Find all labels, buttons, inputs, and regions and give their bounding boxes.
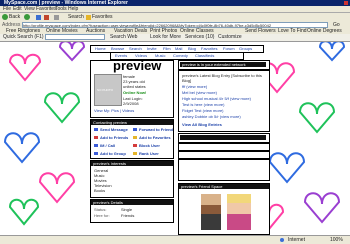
menu-edit[interactable]: Edit	[13, 6, 22, 12]
blog-entry[interactable]: Test is here (view more)	[182, 102, 224, 107]
details-box: preview's Details Status: Single Here fo…	[90, 199, 174, 223]
friend-space-header: preview's Friend Space	[179, 184, 269, 189]
menu-file[interactable]: File	[3, 6, 11, 12]
details-header: preview's Details	[91, 200, 173, 205]
nav-home[interactable]: Home	[95, 46, 106, 52]
no-photo-label: NO PHOTO	[97, 88, 113, 92]
blurb-bar-4	[178, 159, 270, 181]
web-page: Home Browse Search Invite Film Mail Blog…	[0, 42, 350, 235]
favorites-icon	[133, 136, 137, 139]
menu-tools[interactable]: Tools	[55, 6, 67, 12]
quick-search-input[interactable]	[45, 34, 105, 40]
blog-box: preview's Latest Blog Entry [Subscribe t…	[178, 70, 270, 132]
extended-network-text: preview is in your extended network	[180, 62, 266, 67]
rank-user-link[interactable]: Rank User	[139, 151, 159, 156]
navigation-toolbar: Back Search Favorites	[0, 13, 350, 22]
back-button[interactable]: Back	[9, 14, 20, 20]
blog-entry[interactable]: ashley Dobbie ob 5/r (view more)	[182, 114, 241, 119]
friend-photo[interactable]	[201, 194, 221, 230]
contact-box: Contacting preview Send Message Forward …	[90, 119, 174, 159]
send-message-link[interactable]: Send Message	[100, 127, 128, 132]
forward-icon	[133, 128, 137, 131]
friend-space-box: preview's Friend Space	[178, 183, 270, 235]
last-login-date: 2/9/2008	[123, 101, 139, 106]
nav-classifieds[interactable]: Classifieds	[195, 53, 214, 59]
interests-header: preview's Interests	[91, 161, 173, 166]
look-for-more-button[interactable]: Look for More	[150, 34, 181, 40]
view-all-blog-entries[interactable]: View All Blog Entries	[182, 122, 222, 127]
detail-status-value: Single	[121, 207, 133, 212]
hearts-background	[3, 42, 346, 231]
message-icon	[94, 128, 98, 131]
search-toolbar: Quick Search (F1) Search Web Look for Mo…	[0, 34, 350, 42]
detail-herefor-value: Friends	[121, 213, 135, 218]
interest-books: Books	[94, 188, 106, 193]
back-arrow-icon[interactable]	[2, 14, 8, 20]
add-friend-icon	[94, 136, 98, 139]
add-to-friends-link[interactable]: Add to Friends	[100, 135, 128, 140]
search-web-button[interactable]: Search Web	[110, 34, 137, 40]
group-icon	[94, 152, 98, 155]
forward-arrow-icon[interactable]	[24, 14, 30, 20]
blurb-bar-2	[178, 143, 270, 151]
add-to-favorites-link[interactable]: Add to Favorites	[139, 135, 171, 140]
friend-photo[interactable]	[227, 194, 251, 230]
block-user-link[interactable]: Block User	[139, 143, 160, 148]
star-icon[interactable]	[86, 15, 91, 20]
blog-entry[interactable]: Fidget Test (view more)	[182, 108, 224, 113]
refresh-icon[interactable]	[36, 15, 41, 20]
view-my-links[interactable]: View My: Pics | Videos	[94, 108, 134, 113]
detail-status-label: Status:	[94, 207, 107, 212]
profile-name: preview	[113, 58, 162, 73]
online-now-badge: Online Now!	[123, 90, 147, 95]
globe-icon	[280, 238, 284, 242]
blog-entry[interactable]: fff (view more)	[182, 84, 207, 89]
profile-location: united states	[123, 84, 146, 89]
customize-button[interactable]: Customize	[218, 34, 242, 40]
quick-search-label: Quick Search (F1)	[3, 34, 44, 40]
profile-photo[interactable]: NO PHOTO	[94, 74, 122, 106]
add-to-group-link[interactable]: Add to Group	[100, 151, 126, 156]
favorites-button[interactable]: Favorites	[92, 14, 113, 20]
blog-entry[interactable]: High school musical 4/r 5/f (view more)	[182, 96, 251, 101]
profile-header-box: preview NO PHOTO female 23 years old uni…	[90, 58, 174, 118]
menu-bar: File Edit View Favorites Tools Help	[0, 6, 350, 13]
detail-herefor-label: Here for:	[94, 213, 110, 218]
interests-box: preview's Interests General Music Movies…	[90, 160, 174, 198]
forward-to-friend-link[interactable]: Forward to Friend	[139, 127, 173, 132]
zoom-level[interactable]: 100%	[330, 237, 343, 243]
im-call-link[interactable]: IM / Call	[100, 143, 115, 148]
menu-help[interactable]: Help	[68, 6, 78, 12]
services-button[interactable]: Services (10)	[185, 34, 214, 40]
rank-icon	[133, 152, 137, 155]
blog-header: preview's Latest Blog Entry [Subscribe t…	[182, 73, 262, 83]
extended-network-box: preview is in your extended network	[178, 60, 270, 70]
nav-comedy[interactable]: Comedy	[173, 53, 188, 59]
im-icon	[94, 144, 98, 147]
close-icon[interactable]	[344, 1, 348, 5]
stop-icon[interactable]	[44, 15, 49, 20]
blurb-bar-3	[178, 151, 270, 159]
menu-view[interactable]: View	[24, 6, 35, 12]
block-icon	[133, 144, 137, 147]
contact-header: Contacting preview	[91, 120, 173, 125]
security-zone: Internet	[288, 237, 305, 243]
blog-entry[interactable]: Mel bel (view more)	[182, 90, 217, 95]
home-icon[interactable]	[54, 15, 59, 20]
search-button[interactable]: Search	[68, 14, 84, 20]
blurb-bar	[178, 133, 270, 143]
menu-favorites[interactable]: Favorites	[36, 6, 57, 12]
